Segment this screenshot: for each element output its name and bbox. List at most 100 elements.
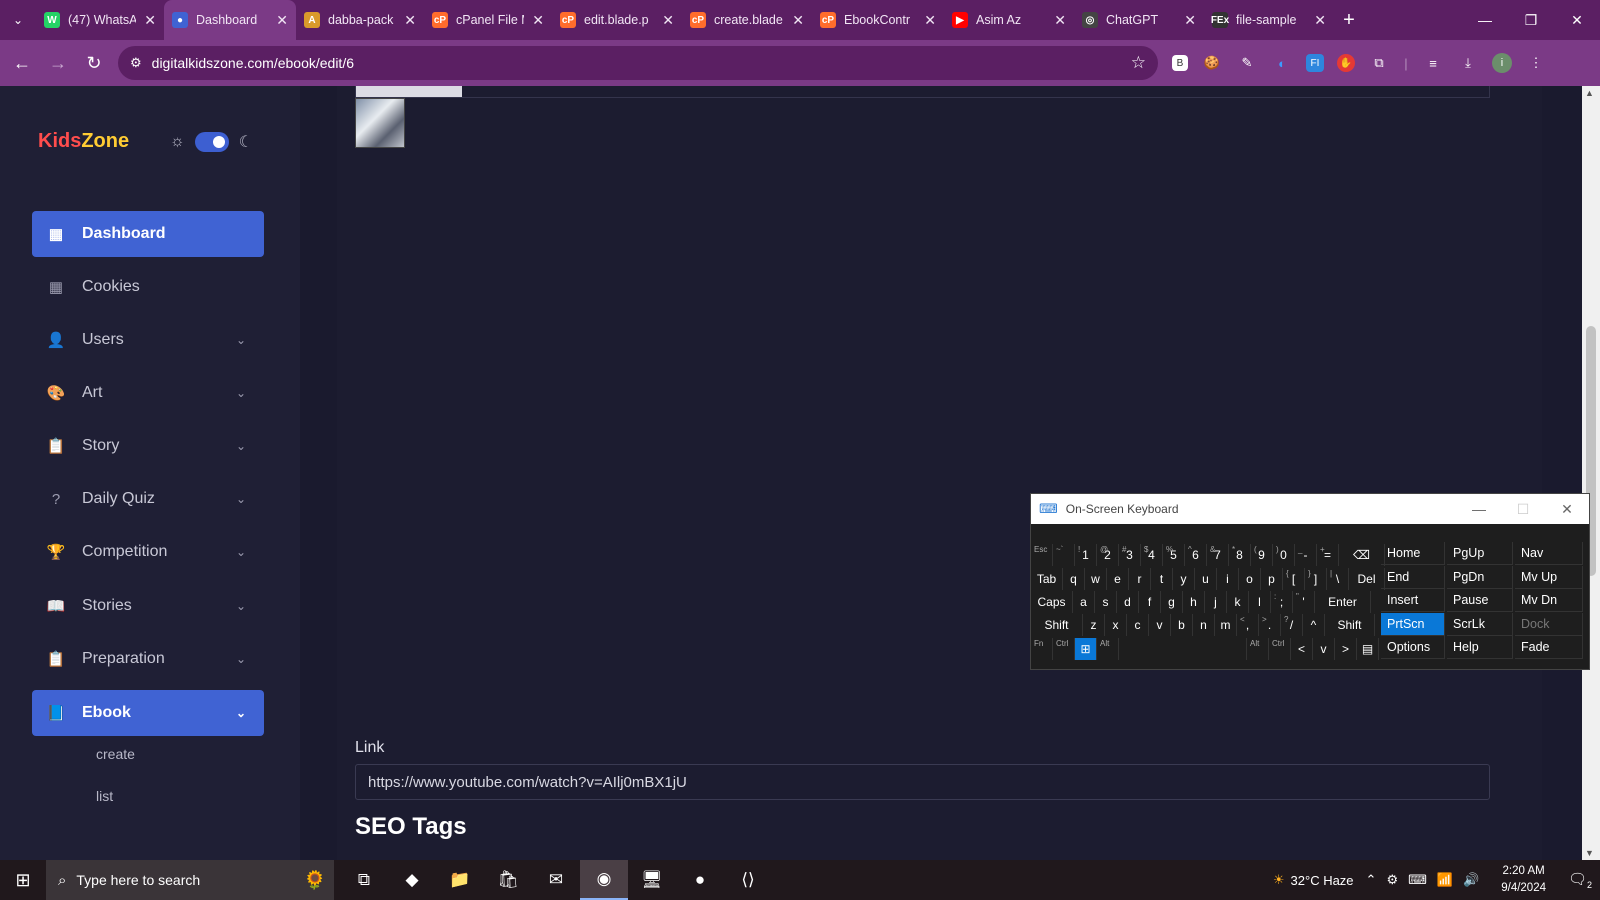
- sidebar-item-dashboard[interactable]: ▦ Dashboard: [32, 211, 264, 257]
- osk-key[interactable]: <: [1291, 638, 1313, 660]
- scroll-up-icon[interactable]: ▲: [1585, 88, 1594, 98]
- osk-key[interactable]: g: [1161, 591, 1183, 613]
- osk-key[interactable]: Tab: [1031, 568, 1063, 590]
- mail-icon[interactable]: ✉: [532, 860, 580, 900]
- osk-nav-key[interactable]: PrtScn: [1381, 612, 1445, 636]
- osk-key[interactable]: k: [1227, 591, 1249, 613]
- sidebar-item-art[interactable]: 🎨 Art ⌄: [32, 370, 264, 416]
- browser-tab[interactable]: ● Dashboard ✕: [164, 0, 296, 40]
- osk-nav-key[interactable]: PgDn: [1447, 565, 1513, 589]
- osk-nav-key[interactable]: ScrLk: [1447, 612, 1513, 636]
- page-scrollbar[interactable]: ▲ ▼: [1582, 86, 1600, 860]
- chevron-down-icon[interactable]: ⌄: [236, 706, 246, 720]
- chevron-down-icon[interactable]: ⌄: [236, 599, 246, 613]
- osk-key[interactable]: p: [1261, 568, 1283, 590]
- sidebar-subitem-list[interactable]: list: [96, 788, 113, 804]
- sidebar-item-stories[interactable]: 📖 Stories ⌄: [32, 583, 264, 629]
- taskbar-search-box[interactable]: ⌕ Type here to search 🌻: [46, 860, 334, 900]
- osk-nav-key[interactable]: Nav: [1515, 542, 1583, 565]
- osk-key[interactable]: #3: [1119, 544, 1141, 566]
- browser-tab[interactable]: ▶ Asim Az ✕: [944, 0, 1074, 40]
- address-bar[interactable]: ⚙ digitalkidszone.com/ebook/edit/6 ☆: [118, 46, 1158, 80]
- osk-nav-key[interactable]: PgUp: [1447, 542, 1513, 565]
- clock[interactable]: 2:20 AM 9/4/2024: [1501, 863, 1546, 897]
- osk-key[interactable]: v: [1313, 638, 1335, 660]
- osk-key[interactable]: f: [1139, 591, 1161, 613]
- site-info-icon[interactable]: ⚙: [130, 55, 142, 71]
- scroll-down-icon[interactable]: ▼: [1585, 848, 1594, 858]
- browser-tab[interactable]: FEx file-sample ✕: [1204, 0, 1334, 40]
- osk-key[interactable]: m: [1215, 614, 1237, 636]
- sidebar-item-cookies[interactable]: ▦ Cookies: [32, 264, 264, 310]
- extension-b-icon[interactable]: B: [1172, 55, 1188, 71]
- osk-nav-key[interactable]: End: [1381, 565, 1445, 589]
- image-file-input[interactable]: [355, 86, 1490, 98]
- tab-close-icon[interactable]: ✕: [1314, 12, 1326, 29]
- osk-key[interactable]: + =: [1317, 544, 1339, 566]
- osk-nav-key[interactable]: Dock: [1515, 612, 1583, 636]
- extension-fi-icon[interactable]: FI: [1306, 54, 1324, 72]
- browser-menu-icon[interactable]: ⋮: [1525, 52, 1547, 74]
- osk-key[interactable]: @2: [1097, 544, 1119, 566]
- store-icon[interactable]: 🛍: [484, 860, 532, 900]
- osk-key[interactable]: :;: [1271, 591, 1293, 613]
- osk-key[interactable]: v: [1149, 614, 1171, 636]
- osk-key[interactable]: ▤: [1357, 638, 1379, 660]
- tab-close-icon[interactable]: ✕: [144, 12, 156, 29]
- osk-nav-key[interactable]: Help: [1447, 636, 1513, 659]
- sidebar-item-daily-quiz[interactable]: ? Daily Quiz ⌄: [32, 476, 264, 522]
- browser-tab[interactable]: cP edit.blade.p ✕: [552, 0, 682, 40]
- osk-key[interactable]: ^: [1303, 614, 1325, 636]
- osk-key[interactable]: ⊞: [1075, 638, 1097, 660]
- osk-key[interactable]: l: [1249, 591, 1271, 613]
- osk-key[interactable]: a: [1073, 591, 1095, 613]
- tab-close-icon[interactable]: ✕: [532, 12, 544, 29]
- osk-nav-key[interactable]: Fade: [1515, 636, 1583, 659]
- sidebar-item-users[interactable]: 👤 Users ⌄: [32, 317, 264, 363]
- osk-key[interactable]: % 5: [1163, 544, 1185, 566]
- osk-key[interactable]: u: [1195, 568, 1217, 590]
- osk-key[interactable]: e: [1107, 568, 1129, 590]
- tray-icons[interactable]: ⌃⚙⌨📶🔊: [1366, 872, 1490, 888]
- chrome-icon[interactable]: ◉: [580, 860, 628, 900]
- osk-nav-key[interactable]: Mv Up: [1515, 565, 1583, 589]
- sidebar-item-story[interactable]: 📋 Story ⌄: [32, 423, 264, 469]
- dark-mode-toggle[interactable]: [194, 132, 229, 152]
- osk-key[interactable]: " ': [1293, 591, 1315, 613]
- tab-close-icon[interactable]: ✕: [924, 12, 936, 29]
- bookmark-star-icon[interactable]: ☆: [1131, 53, 1146, 73]
- osk-key[interactable]: c: [1127, 614, 1149, 636]
- osk-key[interactable]: * 8: [1229, 544, 1251, 566]
- osk-key[interactable]: t: [1151, 568, 1173, 590]
- browser-tab[interactable]: cP create.blade ✕: [682, 0, 812, 40]
- github-icon[interactable]: ●: [676, 860, 724, 900]
- chevron-down-icon[interactable]: ⌄: [236, 545, 246, 559]
- adblock-icon[interactable]: ✋: [1337, 54, 1355, 72]
- edge-extension-icon[interactable]: ◐: [1271, 52, 1293, 74]
- osk-nav-key[interactable]: Mv Dn: [1515, 589, 1583, 612]
- copilot-icon[interactable]: ◆: [388, 860, 436, 900]
- osk-key[interactable]: Esc: [1031, 544, 1053, 566]
- weather-icon[interactable]: ☀: [1273, 872, 1285, 888]
- forward-icon[interactable]: →: [40, 45, 76, 81]
- osk-key[interactable]: y: [1173, 568, 1195, 590]
- tab-close-icon[interactable]: ✕: [1054, 12, 1066, 29]
- osk-key[interactable]: $4: [1141, 544, 1163, 566]
- osk-key[interactable]: d: [1117, 591, 1139, 613]
- chevron-down-icon[interactable]: ⌄: [236, 386, 246, 400]
- tab-close-icon[interactable]: ✕: [276, 12, 288, 29]
- download-icon[interactable]: ⤓: [1457, 52, 1479, 74]
- tab-close-icon[interactable]: ✕: [662, 12, 674, 29]
- osk-key[interactable]: >: [1335, 638, 1357, 660]
- osk-key[interactable]: {[: [1283, 568, 1305, 590]
- link-input[interactable]: https://www.youtube.com/watch?v=AIlj0mBX…: [355, 764, 1490, 800]
- osk-key[interactable]: & 7: [1207, 544, 1229, 566]
- osk-key[interactable]: Alt: [1097, 638, 1119, 660]
- reload-icon[interactable]: ↻: [76, 45, 112, 81]
- extensions-puzzle-icon[interactable]: ⧉: [1368, 52, 1390, 74]
- chevron-down-icon[interactable]: ⌄: [236, 492, 246, 506]
- osk-key[interactable]: Ctrl: [1269, 638, 1291, 660]
- osk-key[interactable]: Enter: [1315, 591, 1371, 613]
- osk-key[interactable]: n: [1193, 614, 1215, 636]
- osk-key[interactable]: b: [1171, 614, 1193, 636]
